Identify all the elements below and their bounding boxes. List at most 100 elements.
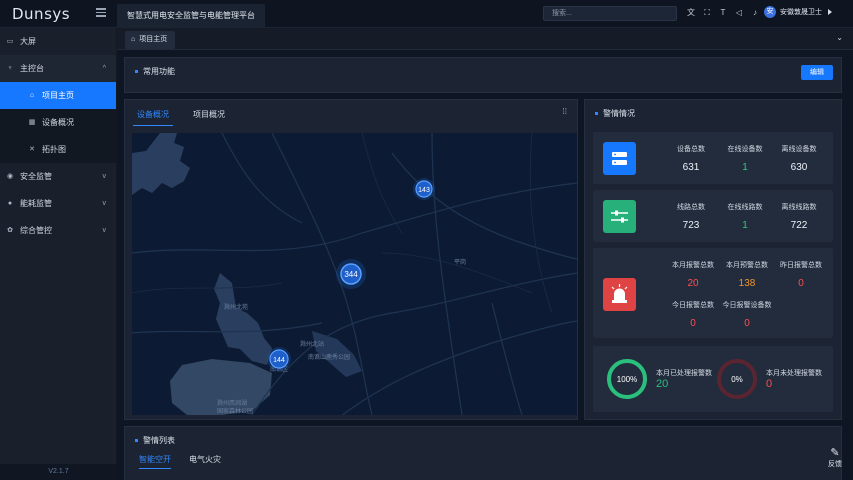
map-cluster-143[interactable]: 143: [413, 178, 435, 200]
stat-device-online: 在线设备数 1: [715, 144, 775, 173]
tab-label: 项目主页: [139, 36, 168, 43]
warning-list-title: 警情列表: [143, 436, 175, 445]
translate-icon[interactable]: 文: [686, 8, 696, 18]
svg-text:143: 143: [418, 187, 430, 194]
stat-label: 线路总数: [677, 204, 705, 211]
stat-yesterday-alarm: 昨日报警总数 0: [771, 260, 831, 289]
feedback-label: 反馈: [828, 461, 842, 468]
sidebar-item-label: 项目主页: [42, 91, 74, 100]
common-functions-panel: 常用功能 编辑: [124, 57, 842, 93]
sidebar-item-console[interactable]: ♆ 主控台 ^: [0, 55, 116, 82]
stat-label: 离线线路数: [781, 204, 817, 211]
alarm-situation-panel: 警情情况 设备总数 631 在线设备数 1 离线设备数 630 线路总数 723…: [584, 99, 842, 420]
panel-title: 警情情况: [595, 108, 635, 119]
svg-text:344: 344: [344, 270, 358, 279]
chevron-down-icon: v: [102, 227, 107, 234]
stat-line-total: 线路总数 723: [661, 202, 721, 231]
topology-icon: ✕: [29, 146, 35, 153]
panel-title: 常用功能: [135, 66, 175, 77]
ring-label-handled: 本月已处理报警数: [656, 370, 712, 377]
tab-device-overview[interactable]: 设备概况: [133, 106, 173, 126]
caret-right-icon: [828, 9, 832, 15]
app-root: Dunsys 智慧式用电安全监管与电能管理平台 搜索... 文 ⛶ T ◁ ♪ …: [0, 0, 853, 480]
search-input[interactable]: 搜索...: [543, 6, 677, 21]
bell-icon[interactable]: ♪: [750, 8, 760, 18]
map-tabs: 设备概况 项目概况: [133, 106, 229, 126]
map-cluster-144[interactable]: 144: [267, 347, 291, 371]
ring-charts: 100% 0%: [607, 359, 757, 399]
chevron-up-icon: ^: [102, 65, 106, 72]
sidebar-item-label: 大屏: [20, 37, 36, 46]
page-tabs-bar: ⌂ 项目主页 ⌄: [117, 28, 853, 50]
stat-label: 设备总数: [677, 146, 705, 153]
home-icon: ⌂: [29, 92, 35, 99]
energy-icon: ●: [7, 200, 13, 207]
sidebar-item-screen[interactable]: ▭ 大屏: [0, 28, 116, 55]
stat-line-offline: 离线线路数 722: [769, 202, 829, 231]
chevron-down-icon[interactable]: ⌄: [836, 33, 843, 42]
stat-today-alarm: 今日报警总数 0: [663, 300, 723, 329]
map-label: 滁州北站: [300, 340, 324, 348]
alarm-handling-card: 100% 0% 本月已处理报警数 20 本月未处理报警数 0: [593, 346, 833, 412]
stat-value: 0: [744, 318, 750, 329]
fullscreen-icon[interactable]: ⛶: [702, 8, 712, 18]
sidebar-item-topology[interactable]: ✕ 拓扑图: [0, 136, 116, 163]
stat-value: 0: [798, 278, 804, 289]
sidebar-item-safety[interactable]: ◉ 安全监管 v: [0, 163, 116, 190]
map-label: 国家森林公园: [217, 407, 253, 415]
text-size-icon[interactable]: T: [718, 8, 728, 18]
menu-toggle-icon[interactable]: [96, 8, 106, 18]
map-label: 南谯山鹿秀公园: [308, 353, 350, 361]
stat-value: 631: [682, 162, 700, 173]
sidebar-item-project-home[interactable]: ⌂ 项目主页: [0, 82, 116, 109]
console-icon: ♆: [7, 65, 13, 72]
tab-project-home[interactable]: ⌂ 项目主页: [125, 31, 176, 49]
sidebar-item-energy[interactable]: ● 能耗监管 v: [0, 190, 116, 217]
sidebar-item-label: 综合管控: [20, 226, 52, 235]
sidebar-item-label: 设备概况: [42, 118, 74, 127]
safety-icon: ◉: [6, 173, 14, 180]
user-name: 安徽敦晟卫士: [780, 9, 822, 16]
avatar: 安: [764, 6, 776, 18]
logo: Dunsys: [12, 5, 71, 23]
stat-value: 138: [738, 278, 756, 289]
stat-line-online: 在线线路数 1: [715, 202, 775, 231]
ring-percent: 0%: [731, 375, 743, 384]
stat-label: 昨日报警总数: [780, 262, 822, 269]
stat-label: 离线设备数: [781, 146, 817, 153]
app-title[interactable]: 智慧式用电安全监管与电能管理平台: [117, 4, 265, 28]
stat-month-alarm: 本月报警总数 20: [663, 260, 723, 289]
ring-value-handled: 20: [656, 378, 669, 390]
edit-pen-icon: ✎: [830, 447, 840, 459]
stat-value: 20: [687, 278, 699, 289]
map-panel: 设备概况 项目概况 ⁞⁞ 滁州北站 滁州北苑 南谯区 南谯山鹿秀公园 滁州西涧湖…: [124, 99, 578, 420]
ring-percent: 100%: [617, 375, 637, 384]
panel-title: 警情列表: [135, 435, 175, 446]
tab-electrical-fire[interactable]: 电气火灾: [189, 454, 221, 469]
edit-button[interactable]: 编辑: [801, 65, 833, 80]
toolbar-icons: 文 ⛶ T ◁ ♪: [686, 8, 760, 18]
volume-icon[interactable]: ◁: [734, 8, 744, 18]
sidebar-item-control[interactable]: ✿ 综合管控 v: [0, 217, 116, 244]
stat-value: 722: [790, 220, 808, 231]
ring-value-unhandled: 0: [766, 378, 773, 390]
user-menu[interactable]: 安 安徽敦晟卫士: [764, 6, 832, 18]
expand-icon[interactable]: ⁞⁞: [563, 107, 567, 116]
sidebar-item-label: 拓扑图: [42, 145, 66, 154]
line-stats-card: 线路总数 723 在线线路数 1 离线线路数 722: [593, 190, 833, 242]
feedback-button[interactable]: ✎ 反馈: [823, 446, 847, 476]
tab-smart-breaker[interactable]: 智能空开: [139, 454, 171, 469]
map-cluster-344[interactable]: 344: [336, 259, 366, 289]
device-stats-card: 设备总数 631 在线设备数 1 离线设备数 630: [593, 132, 833, 184]
warning-list-tabs: 智能空开 电气火灾: [139, 454, 221, 469]
circuit-icon: [603, 200, 636, 233]
stat-value: 0: [690, 318, 696, 329]
sidebar-item-device-overview[interactable]: ▦ 设备概况: [0, 109, 116, 136]
stat-label: 今日报警总数: [672, 302, 714, 309]
stat-value: 1: [742, 162, 748, 173]
top-bar: Dunsys 智慧式用电安全监管与电能管理平台 搜索... 文 ⛶ T ◁ ♪ …: [0, 0, 853, 28]
map-view[interactable]: 滁州北站 滁州北苑 南谯区 南谯山鹿秀公园 滁州西涧湖 国家森林公园 平岗 14…: [132, 133, 577, 415]
sidebar-item-label: 安全监管: [20, 172, 52, 181]
tab-project-overview[interactable]: 项目概况: [189, 106, 229, 126]
server-icon: [603, 142, 636, 175]
